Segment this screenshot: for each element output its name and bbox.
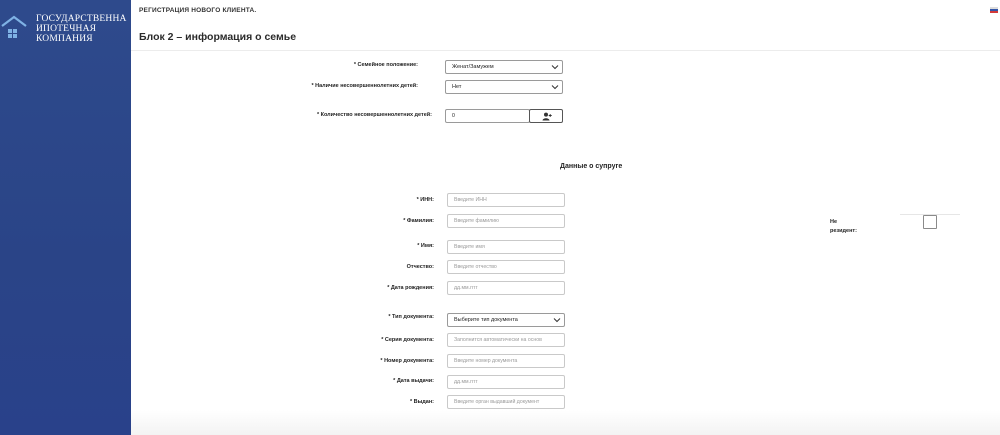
- issued-by-label: * Выдан:: [409, 399, 434, 405]
- logo-text: ГОСУДАРСТВЕННА ИПОТЕЧНАЯ КОМПАНИЯ: [36, 14, 127, 44]
- bottom-fade: [131, 410, 1000, 435]
- issue-date-input[interactable]: дд.мм.гггг: [447, 375, 565, 389]
- marital-status-label: * Семейное положение:: [353, 62, 418, 68]
- add-user-icon: [542, 112, 552, 121]
- patronymic-input[interactable]: Введите отчество: [447, 260, 565, 274]
- surname-input[interactable]: Введите фамилию: [447, 214, 565, 228]
- document-type-label: * Тип документа:: [388, 314, 434, 320]
- chevron-down-icon: [551, 65, 559, 70]
- first-name-label: * Имя:: [417, 243, 434, 249]
- document-series-label: * Серия документа:: [381, 337, 434, 343]
- divider: [131, 50, 1000, 51]
- document-type-select[interactable]: Выберите тип документа: [447, 313, 565, 327]
- document-number-label: * Номер документа:: [380, 358, 434, 364]
- birth-date-label: * Дата рождения:: [387, 285, 434, 291]
- chevron-down-icon: [553, 318, 561, 323]
- inn-input[interactable]: Введите ИНН: [447, 193, 565, 207]
- children-presence-label: * Наличие несовершеннолетних детей:: [311, 83, 418, 89]
- marital-status-select[interactable]: Женат/Замужем: [445, 60, 563, 74]
- document-series-input[interactable]: Заполнится автоматически на основ: [447, 333, 565, 347]
- nonresident-checkbox[interactable]: [923, 215, 937, 229]
- page-header-title: РЕГИСТРАЦИЯ НОВОГО КЛИЕНТА.: [139, 7, 257, 14]
- children-presence-value: Нет: [452, 84, 462, 90]
- children-count-input[interactable]: 0: [445, 109, 530, 123]
- children-count-label: * Количество несовершеннолетних детей:: [316, 112, 432, 118]
- first-name-input[interactable]: Введите имя: [447, 240, 565, 254]
- russia-flag-icon[interactable]: [990, 7, 998, 13]
- surname-label: * Фамилия:: [403, 218, 434, 224]
- add-child-button[interactable]: [529, 109, 563, 123]
- issued-by-input[interactable]: Введите орган выдавший документ: [447, 395, 565, 409]
- company-logo[interactable]: ГОСУДАРСТВЕННА ИПОТЕЧНАЯ КОМПАНИЯ: [0, 10, 131, 50]
- issue-date-label: * Дата выдачи:: [393, 378, 434, 384]
- document-number-input[interactable]: Введите номер документа: [447, 354, 565, 368]
- chevron-down-icon: [551, 85, 559, 90]
- document-type-value: Выберите тип документа: [454, 317, 518, 323]
- inn-label: * ИНН:: [416, 197, 434, 203]
- birth-date-input[interactable]: дд.мм.гггг: [447, 281, 565, 295]
- marital-status-value: Женат/Замужем: [452, 64, 494, 70]
- children-presence-select[interactable]: Нет: [445, 80, 563, 94]
- nonresident-label: Не резидент:: [830, 219, 857, 234]
- patronymic-label: Отчество:: [406, 264, 434, 270]
- house-logo-icon: [1, 15, 27, 38]
- section-title: Блок 2 – информация о семье: [139, 31, 297, 43]
- spouse-section-heading: Данные о супруге: [560, 163, 623, 170]
- sidebar: ГОСУДАРСТВЕННА ИПОТЕЧНАЯ КОМПАНИЯ: [0, 0, 131, 435]
- top-bar: РЕГИСТРАЦИЯ НОВОГО КЛИЕНТА.: [131, 0, 1000, 20]
